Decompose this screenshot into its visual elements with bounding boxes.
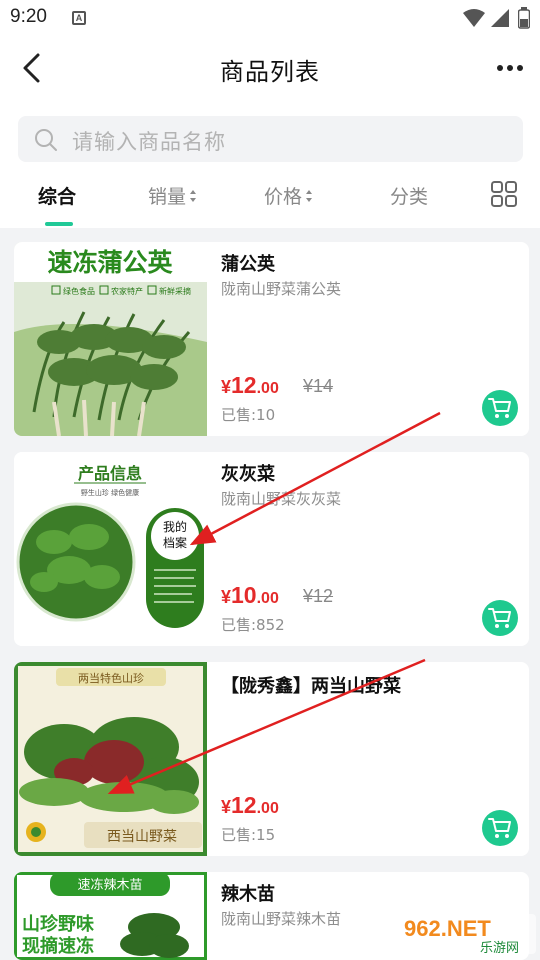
grid-view-icon[interactable]	[490, 180, 518, 208]
svg-text:两当特色山珍: 两当特色山珍	[78, 671, 144, 685]
product-price: ¥12.00	[221, 792, 279, 819]
image-subtitle: 野生山珍 绿色健康	[81, 488, 139, 497]
sold-count: 已售:15	[221, 826, 276, 844]
product-image: 速冻蒲公英 绿色食品 农家特产 新鲜采摘	[14, 242, 207, 436]
tab-comprehensive[interactable]: 综合	[38, 182, 76, 218]
cart-icon	[488, 398, 511, 418]
sold-count: 已售:852	[221, 616, 285, 634]
price-symbol: ¥	[221, 797, 232, 817]
tab-category[interactable]: 分类	[390, 182, 428, 218]
product-name: 【陇秀鑫】两当山野菜	[221, 676, 401, 697]
signal-icon	[491, 9, 509, 27]
notification-icon: A	[72, 11, 86, 25]
image-title: 西当山野菜	[107, 829, 177, 845]
product-description: 陇南山野菜辣木苗	[221, 910, 342, 928]
navigation-bar: 商品列表	[0, 36, 540, 100]
product-description: 陇南山野菜蒲公英	[221, 280, 342, 298]
original-price: ¥14	[303, 376, 334, 396]
price-symbol: ¥	[221, 377, 232, 397]
image-tag: 农家特产	[111, 286, 143, 296]
tab-label: 综合	[38, 186, 77, 208]
sort-caret-icon	[190, 189, 197, 202]
watermark-text: 962.NET	[404, 916, 491, 941]
product-image: 速冻辣木苗 山珍野味 现摘速冻	[14, 872, 207, 960]
product-name: 灰灰菜	[221, 464, 275, 485]
header-area: 9:20 A 商品列表 请输入商品名称 综合 销量 价格 分类	[0, 0, 540, 228]
price-decimal: .00	[256, 590, 279, 607]
product-card[interactable]: 产品信息 野生山珍 绿色健康 我的 档案 灰灰菜 陇南山野菜灰灰菜 ¥10.00…	[14, 452, 529, 646]
svg-text:我的: 我的	[163, 519, 187, 534]
tab-label: 销量	[148, 186, 187, 208]
more-options-icon[interactable]	[490, 56, 530, 80]
tab-label: 价格	[264, 186, 303, 208]
price-integer: 12	[231, 792, 257, 818]
price-decimal: .00	[256, 380, 279, 397]
cart-icon	[488, 818, 511, 838]
active-tab-indicator	[45, 222, 73, 226]
svg-text:现摘速冻: 现摘速冻	[22, 935, 94, 957]
price-integer: 10	[231, 582, 257, 608]
search-placeholder: 请输入商品名称	[72, 130, 226, 154]
tab-label: 分类	[390, 186, 429, 208]
cart-icon	[488, 608, 511, 628]
price-symbol: ¥	[221, 587, 232, 607]
product-price: ¥12.00	[221, 372, 279, 399]
price-integer: 12	[231, 372, 257, 398]
sort-caret-icon	[306, 189, 313, 202]
search-icon	[35, 129, 57, 151]
wifi-icon	[463, 9, 485, 27]
image-title: 产品信息	[78, 464, 142, 483]
product-description: 陇南山野菜灰灰菜	[221, 490, 342, 508]
add-to-cart-button[interactable]	[482, 600, 518, 636]
page-title: 商品列表	[220, 58, 320, 86]
product-name: 辣木苗	[221, 884, 275, 905]
image-title: 速冻蒲公英	[47, 248, 173, 277]
status-time: 9:20	[10, 6, 47, 27]
product-image: 产品信息 野生山珍 绿色健康 我的 档案	[14, 452, 207, 646]
product-card[interactable]: 两当特色山珍 西当山野菜 【陇秀鑫】两当山野菜 ¥12.00 已售:15	[14, 662, 529, 856]
add-to-cart-button[interactable]	[482, 390, 518, 426]
watermark-logo: 962.NET 乐游网	[400, 912, 536, 956]
search-input[interactable]: 请输入商品名称	[18, 116, 523, 162]
product-price: ¥10.00	[221, 582, 279, 609]
image-subtitle: 山珍野味	[22, 913, 94, 935]
svg-text:档案: 档案	[163, 535, 187, 550]
image-title: 速冻辣木苗	[77, 877, 142, 893]
tab-sales[interactable]: 销量	[148, 182, 197, 218]
product-card[interactable]: 速冻蒲公英 绿色食品 农家特产 新鲜采摘 蒲公英 陇南山野菜蒲公英 ¥12.00…	[14, 242, 529, 436]
image-tag: 绿色食品	[63, 286, 95, 296]
product-name: 蒲公英	[221, 254, 275, 275]
image-tag: 新鲜采摘	[159, 286, 191, 296]
price-decimal: .00	[256, 800, 279, 817]
sold-count: 已售:10	[221, 406, 276, 424]
tab-price[interactable]: 价格	[264, 182, 313, 218]
watermark-subtext: 乐游网	[480, 941, 519, 956]
status-bar: 9:20 A	[0, 0, 540, 36]
battery-icon	[518, 7, 530, 29]
product-image: 两当特色山珍 西当山野菜	[14, 662, 207, 856]
original-price: ¥12	[303, 586, 334, 606]
filter-tabs: 综合 销量 价格 分类	[0, 172, 540, 228]
add-to-cart-button[interactable]	[482, 810, 518, 846]
